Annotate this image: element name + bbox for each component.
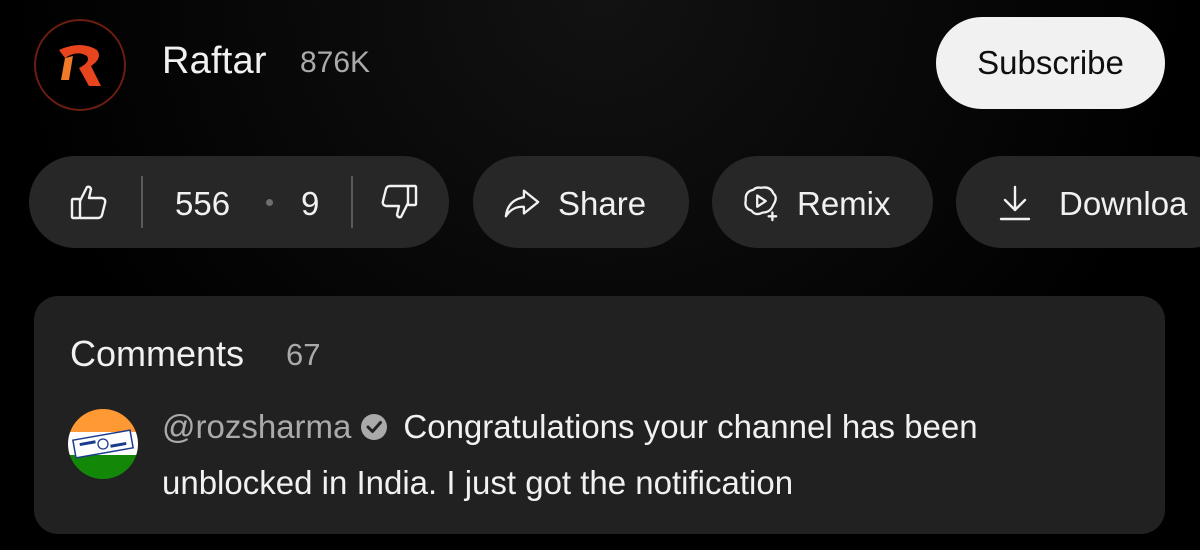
download-button[interactable]: Downloa — [956, 156, 1200, 248]
channel-row: Raftar 876K Subscribe — [0, 0, 1200, 130]
share-arrow-icon — [503, 184, 541, 222]
raftar-logo-icon — [59, 45, 101, 86]
like-count: 556 — [175, 185, 231, 222]
comment-author[interactable]: @rozsharma — [162, 408, 351, 445]
dislike-count: 9 — [301, 185, 320, 222]
comments-card[interactable]: Comments 67 @rozsharma Congratulations yo… — [34, 296, 1165, 534]
commenter-avatar[interactable] — [68, 409, 138, 479]
remix-label: Remix — [797, 185, 891, 222]
remix-button[interactable]: Remix — [712, 156, 933, 248]
share-button[interactable]: Share — [473, 156, 689, 248]
thumbs-up-icon[interactable] — [69, 182, 109, 222]
comment-body: @rozsharma Congratulations your channel h… — [162, 401, 1062, 509]
remix-icon — [742, 184, 780, 222]
comment-text-line2: unblocked in India. I just got the notif… — [162, 464, 794, 501]
subscribe-button[interactable]: Subscribe — [936, 17, 1165, 109]
download-icon — [996, 184, 1034, 222]
shorts-info-panel: Raftar 876K Subscribe 556 9 Share Remix … — [0, 0, 1200, 550]
download-label: Downloa — [1059, 185, 1188, 222]
india-flag-badge-icon — [72, 429, 134, 459]
comments-count: 67 — [286, 337, 321, 372]
count-separator-dot — [266, 199, 273, 206]
thumbs-down-icon[interactable] — [379, 182, 419, 222]
comments-title: Comments — [70, 333, 245, 374]
verified-check-icon — [359, 405, 389, 457]
subscriber-count: 876K — [300, 46, 371, 79]
share-label: Share — [558, 185, 647, 222]
dislike-divider — [351, 176, 353, 228]
channel-avatar[interactable] — [34, 19, 126, 111]
channel-name[interactable]: Raftar — [162, 40, 267, 83]
like-divider — [141, 176, 143, 228]
comment-text-line1: Congratulations your channel has been — [403, 408, 978, 445]
like-dislike-pill: 556 9 — [29, 156, 449, 248]
